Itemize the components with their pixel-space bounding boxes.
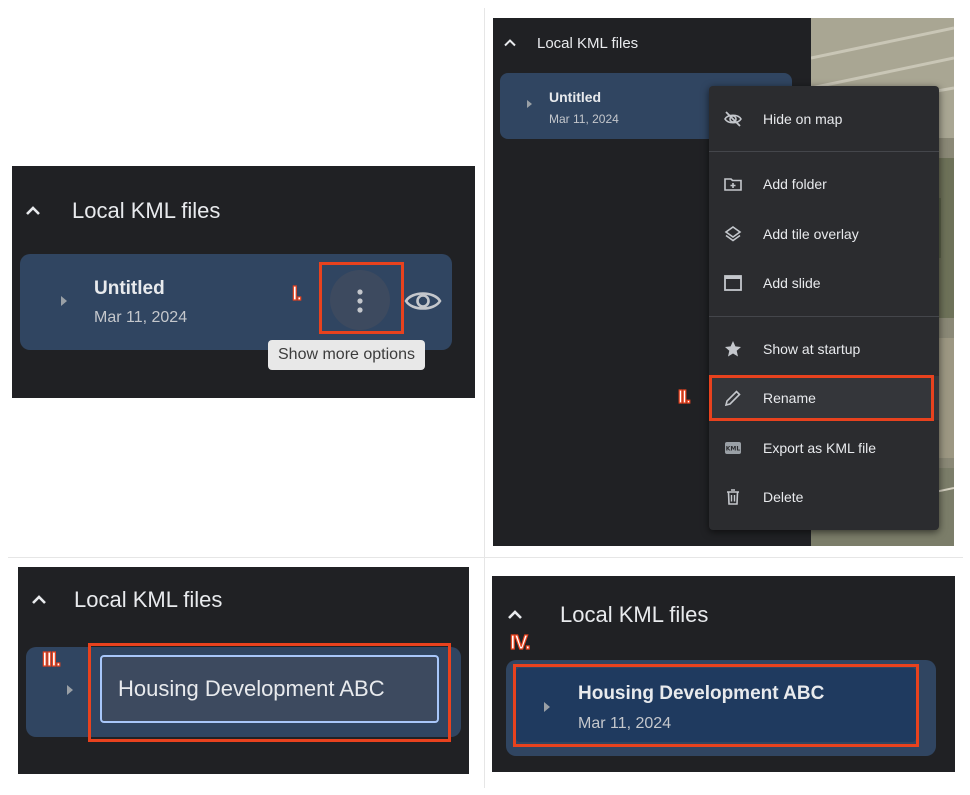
expand-arrow-icon[interactable] (527, 100, 532, 108)
visibility-eye-icon[interactable] (404, 288, 442, 314)
section-title: Local KML files (74, 587, 223, 612)
section-header[interactable]: Local KML files (30, 585, 222, 615)
item-title: Untitled (94, 278, 165, 299)
layers-icon (723, 224, 743, 244)
menu-item-show-at-startup[interactable]: Show at startup (709, 327, 939, 371)
step-marker-two: II. (677, 386, 691, 407)
step-one-panel: Local KML files Untitled Mar 11, 2024 I.… (12, 166, 475, 398)
chevron-up-icon (503, 36, 517, 50)
highlight-box-rename-input (88, 643, 451, 742)
section-header[interactable]: Local KML files (503, 32, 638, 54)
grid-divider-vertical (484, 8, 485, 788)
item-date: Mar 11, 2024 (549, 112, 619, 126)
kml-icon: KML (723, 438, 743, 458)
section-header[interactable]: Local KML files (506, 600, 708, 630)
grid-divider-horizontal (8, 557, 963, 558)
menu-item-label: Delete (763, 489, 804, 505)
step-marker-one: I. (291, 282, 302, 305)
section-title: Local KML files (537, 34, 639, 52)
menu-item-hide-on-map[interactable]: Hide on map (709, 97, 939, 141)
menu-item-add-tile-overlay[interactable]: Add tile overlay (709, 212, 939, 256)
slide-icon (723, 273, 743, 293)
highlight-box-renamed-item (513, 664, 919, 747)
menu-item-label: Add tile overlay (763, 226, 859, 242)
menu-item-delete[interactable]: Delete (709, 475, 939, 519)
section-title: Local KML files (560, 602, 709, 627)
item-title: Untitled (549, 89, 602, 105)
menu-item-label: Export as KML file (763, 440, 877, 456)
section-header[interactable]: Local KML files (24, 196, 220, 226)
expand-arrow-icon[interactable] (61, 296, 67, 306)
expand-arrow-icon[interactable] (67, 685, 73, 695)
section-title: Local KML files (72, 198, 221, 223)
chevron-up-icon (506, 606, 524, 624)
menu-item-label: Show at startup (763, 341, 861, 357)
menu-item-export-kml[interactable]: KML Export as KML file (709, 426, 939, 470)
highlight-box-rename (709, 375, 934, 421)
step-four-panel: Local KML files Housing Development ABC … (492, 576, 955, 772)
menu-item-add-folder[interactable]: Add folder (709, 162, 939, 206)
chevron-up-icon (24, 202, 42, 220)
folder-plus-icon (723, 174, 743, 194)
menu-divider (709, 316, 939, 317)
menu-item-label: Add slide (763, 275, 821, 291)
step-marker-three: III. (41, 648, 61, 671)
eye-off-icon (723, 109, 743, 129)
svg-text:KML: KML (726, 446, 741, 453)
context-menu: Hide on map Add folder Add tile overlay … (709, 86, 939, 530)
step-marker-four: IV. (509, 631, 531, 654)
menu-item-label: Add folder (763, 176, 827, 192)
star-icon (723, 339, 743, 359)
step-three-panel: Local KML files Housing Development ABC … (18, 567, 469, 774)
highlight-box-more-options (319, 262, 404, 334)
trash-icon (723, 487, 743, 507)
menu-item-label: Hide on map (763, 111, 843, 127)
more-options-tooltip: Show more options (268, 340, 425, 370)
chevron-up-icon (30, 591, 48, 609)
item-date: Mar 11, 2024 (94, 309, 188, 326)
menu-divider (709, 151, 939, 152)
menu-item-add-slide[interactable]: Add slide (709, 261, 939, 305)
